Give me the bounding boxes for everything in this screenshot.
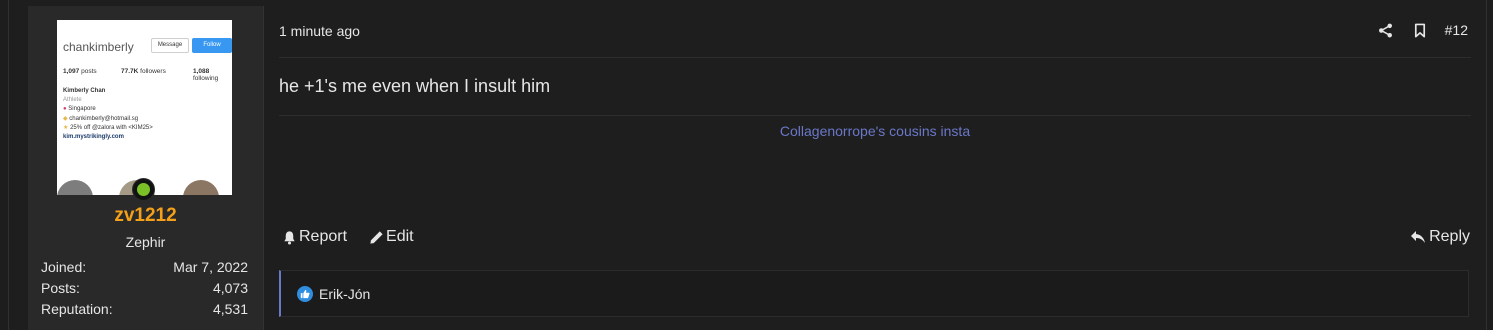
ig-message-button: Message bbox=[151, 38, 189, 53]
reaction-user[interactable]: Erik-Jón bbox=[319, 286, 370, 302]
post-footer-actions: Report Edit bbox=[282, 228, 414, 246]
reply-button[interactable]: Reply bbox=[1410, 228, 1470, 246]
user-title: Zephir bbox=[125, 234, 166, 250]
online-status-icon bbox=[132, 178, 155, 201]
ig-category: Athlete bbox=[63, 97, 82, 103]
report-label: Report bbox=[299, 228, 348, 245]
ig-stat-posts: 1,097 posts bbox=[63, 68, 97, 75]
ig-link: kim.mystrikingly.com bbox=[63, 134, 124, 140]
ig-handle: chankimberly bbox=[63, 40, 134, 54]
user-stat-reputation: Reputation: 4,531 bbox=[41, 301, 248, 317]
reply-label: Reply bbox=[1429, 228, 1470, 245]
ig-follow-button: Follow bbox=[192, 38, 232, 53]
signature-divider bbox=[279, 115, 1471, 116]
username[interactable]: zv1212 bbox=[28, 205, 263, 227]
user-stat-posts: Posts: 4,073 bbox=[41, 280, 248, 296]
stat-label: Reputation: bbox=[41, 301, 113, 317]
user-stat-joined: Joined: Mar 7, 2022 bbox=[41, 259, 248, 275]
pencil-icon bbox=[370, 230, 383, 244]
avatar[interactable]: chankimberly Message Follow 1,097 posts … bbox=[57, 20, 232, 195]
share-icon[interactable] bbox=[1377, 21, 1395, 39]
post-message: he +1's me even when I insult him bbox=[279, 76, 551, 96]
reactions-bar[interactable]: Erik-Jón bbox=[279, 270, 1469, 317]
stat-value: 4,073 bbox=[212, 280, 248, 296]
ig-highlight-1 bbox=[57, 180, 93, 195]
ig-email: ◆ chankimberly@hotmail.sg bbox=[63, 116, 139, 122]
ig-promo: ★ 25% off @zalora with <KIM25> bbox=[63, 125, 153, 131]
bell-icon bbox=[284, 230, 295, 244]
ig-location: ● Singapore bbox=[63, 106, 96, 112]
stat-label: Joined: bbox=[41, 259, 87, 275]
bookmark-icon[interactable] bbox=[1411, 21, 1429, 39]
report-button[interactable]: Report bbox=[282, 228, 347, 246]
stat-label: Posts: bbox=[41, 280, 80, 296]
post-main: 1 minute ago #12 he +1's me even when I … bbox=[264, 6, 1485, 330]
stat-value: Mar 7, 2022 bbox=[173, 259, 248, 275]
user-sidebar: chankimberly Message Follow 1,097 posts … bbox=[28, 6, 264, 330]
ig-name: Kimberly Chan bbox=[63, 88, 106, 94]
post-timestamp[interactable]: 1 minute ago bbox=[279, 23, 360, 39]
ig-highlight-3 bbox=[183, 180, 219, 195]
post-number[interactable]: #12 bbox=[1445, 22, 1468, 38]
reply-icon bbox=[1411, 231, 1426, 243]
edit-label: Edit bbox=[386, 228, 414, 245]
signature-link[interactable]: Collagenorrope's cousins insta bbox=[279, 123, 1471, 139]
post-actions: #12 bbox=[1377, 21, 1468, 39]
like-icon bbox=[297, 285, 313, 302]
ig-stat-following: 1,088 following bbox=[193, 68, 219, 82]
header-divider bbox=[279, 57, 1471, 58]
stat-value: 4,531 bbox=[212, 301, 248, 317]
ig-stat-followers: 77.7K followers bbox=[121, 68, 166, 75]
edit-button[interactable]: Edit bbox=[369, 228, 414, 246]
